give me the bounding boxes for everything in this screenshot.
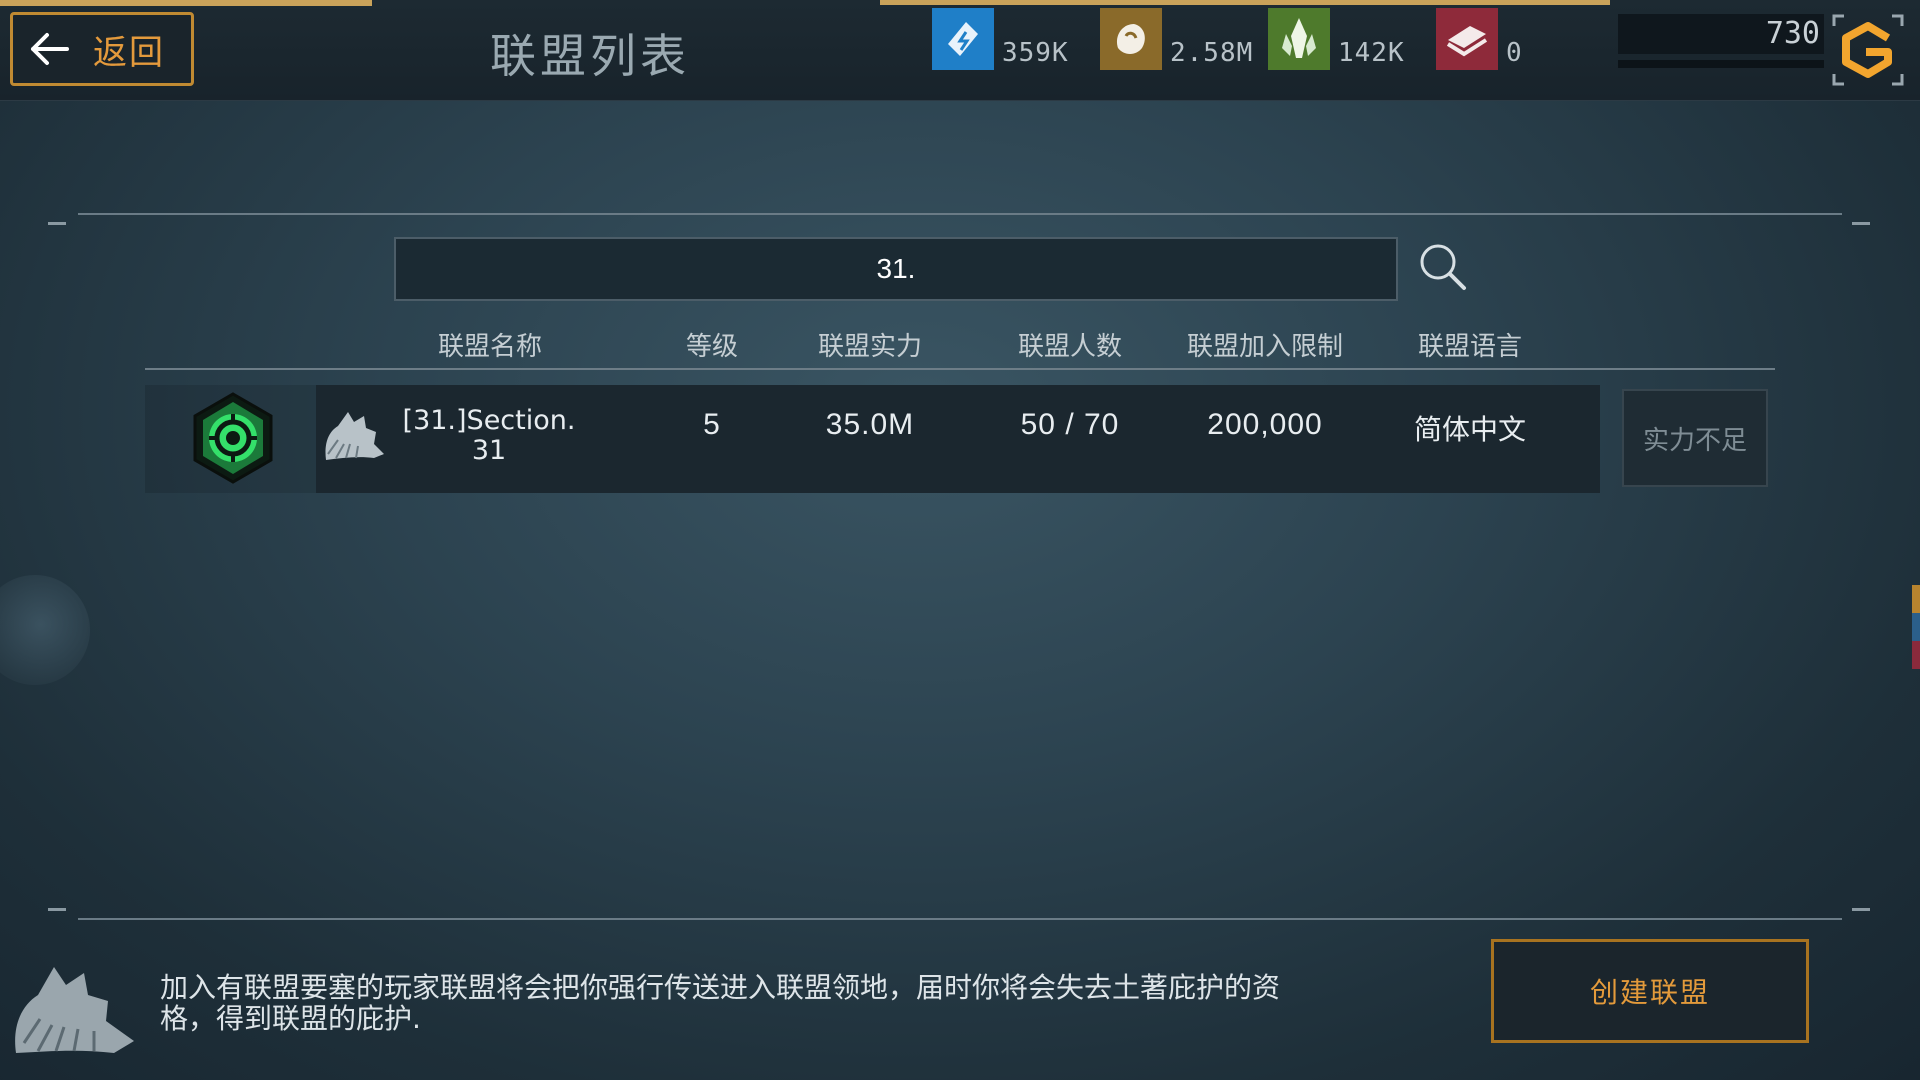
resource-energy[interactable]: 359K <box>932 6 1069 70</box>
alliance-name-line1: [31.]Section. <box>402 405 576 436</box>
resource-crystal[interactable]: 142K <box>1268 6 1405 70</box>
settings-logo-icon <box>1832 14 1904 86</box>
top-bar: 返回 联盟列表 359K 2.58M 142K 0 730 <box>0 0 1920 101</box>
alliance-flag-icon <box>318 404 390 470</box>
join-button-disabled[interactable]: 实力不足 <box>1622 389 1768 487</box>
header-divider <box>145 368 1775 370</box>
back-label: 返回 <box>93 32 165 73</box>
search-icon <box>1420 244 1466 290</box>
crystal-value: 142K <box>1338 38 1405 68</box>
column-header-join-limit: 联盟加入限制 <box>1186 332 1343 362</box>
back-button[interactable]: 返回 <box>10 12 194 86</box>
top-accent-line <box>0 0 372 6</box>
column-header-name: 联盟名称 <box>437 332 542 362</box>
column-header-strength: 联盟实力 <box>817 332 922 362</box>
alliance-strength: 35.0M <box>825 408 915 441</box>
power-display: 730 <box>1618 14 1824 70</box>
search-button[interactable] <box>1416 240 1470 294</box>
search-input[interactable] <box>394 237 1398 301</box>
alliance-language: 简体中文 <box>1413 413 1526 446</box>
power-value: 730 <box>1765 16 1820 51</box>
energy-value: 359K <box>1002 38 1069 68</box>
crystal-icon <box>1268 8 1330 70</box>
resource-ore[interactable]: 2.58M <box>1100 6 1253 70</box>
energy-icon <box>932 8 994 70</box>
frame-corner-mark <box>48 908 66 911</box>
column-header-language: 联盟语言 <box>1417 332 1522 362</box>
column-header-level: 等级 <box>685 332 738 362</box>
alliance-join-limit: 200,000 <box>1207 408 1323 441</box>
footer-notice: 加入有联盟要塞的玩家联盟将会把你强行传送进入联盟领地，届时你将会失去土著庇护的资… <box>160 971 1281 1035</box>
arrow-left-icon <box>31 33 69 65</box>
page-title: 联盟列表 <box>490 29 690 83</box>
alliance-level: 5 <box>703 408 721 441</box>
alliance-emblem-icon <box>192 392 274 484</box>
ore-value: 2.58M <box>1170 38 1254 68</box>
resource-alloy[interactable]: 0 <box>1436 6 1523 70</box>
create-alliance-button[interactable]: 创建联盟 <box>1491 939 1809 1043</box>
frame-corner-mark <box>48 222 66 225</box>
power-bar-track <box>1618 60 1824 68</box>
alliance-name: [31.]Section. 31 <box>392 406 586 466</box>
frame-top-line <box>78 213 1842 215</box>
frame-corner-mark <box>1852 908 1870 911</box>
alliance-name-line2: 31 <box>471 435 507 466</box>
side-tab-marks <box>1912 585 1920 669</box>
frame-bottom-line <box>78 918 1842 920</box>
alloy-value: 0 <box>1506 38 1523 68</box>
alloy-icon <box>1436 8 1498 70</box>
alliance-members: 50 / 70 <box>1020 408 1120 441</box>
ore-icon <box>1100 8 1162 70</box>
footer-flag-icon <box>10 955 142 1065</box>
top-accent-line <box>880 0 1610 5</box>
frame-corner-mark <box>1852 222 1870 225</box>
settings-button[interactable] <box>1830 12 1906 88</box>
side-avatar[interactable] <box>0 575 90 685</box>
column-header-members: 联盟人数 <box>1017 332 1122 362</box>
